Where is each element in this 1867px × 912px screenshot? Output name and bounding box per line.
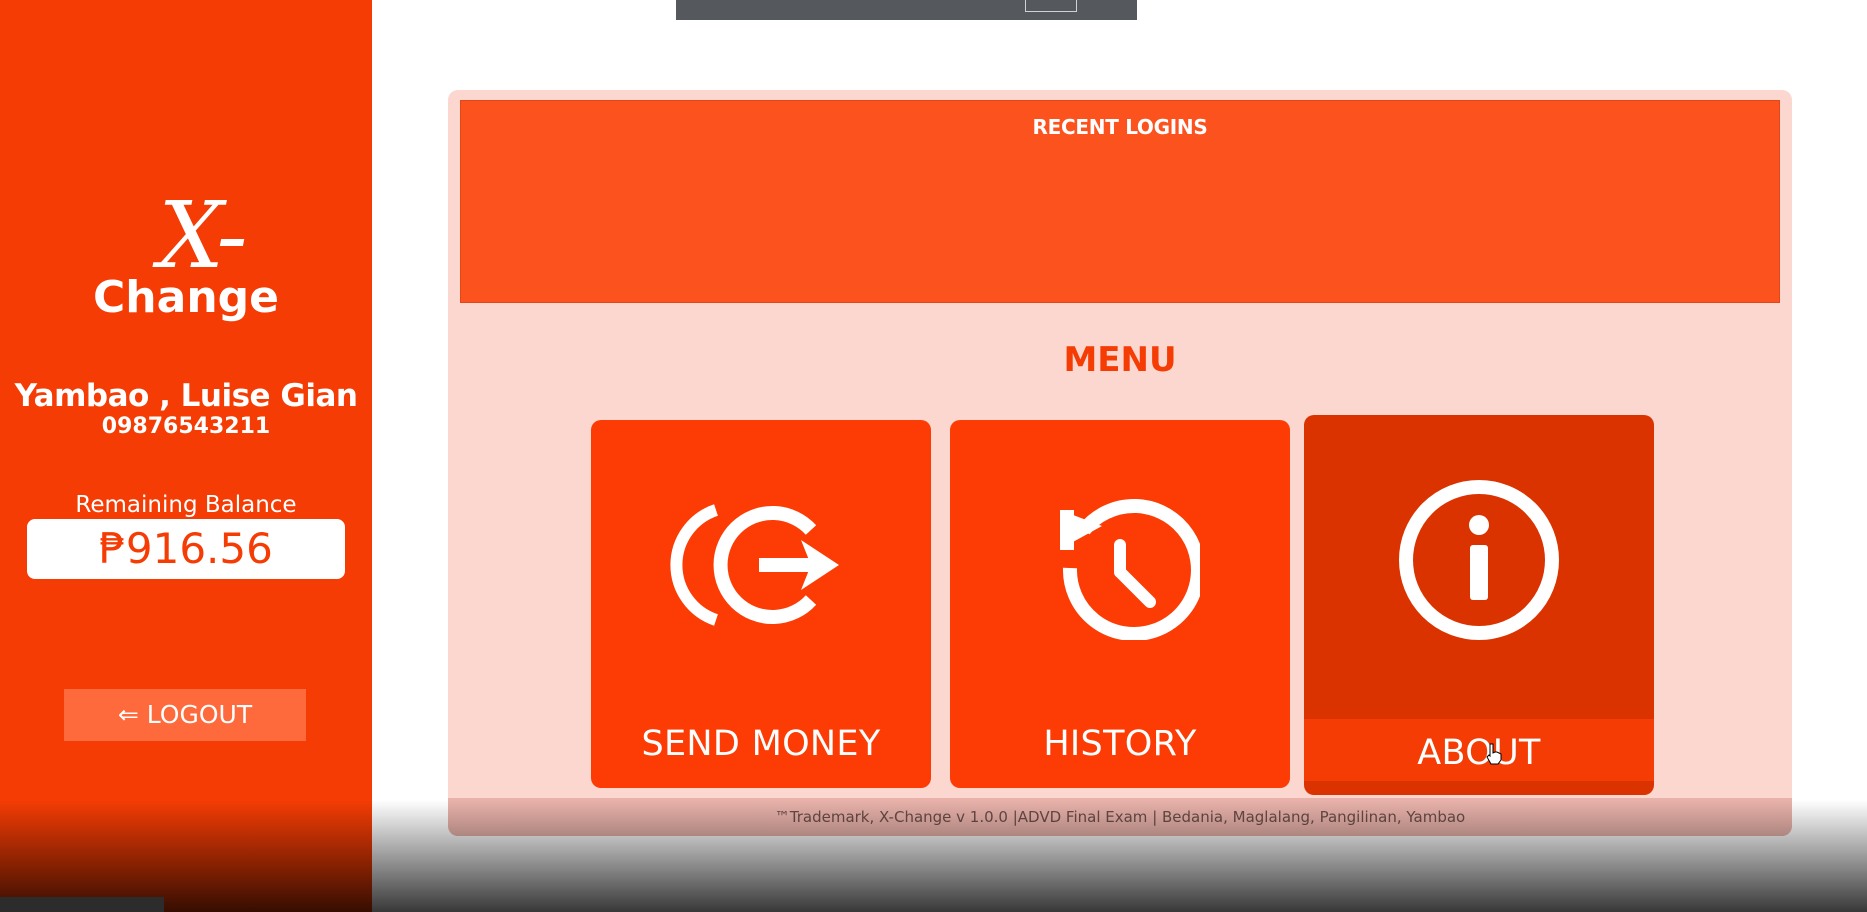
app-logo: X- Change xyxy=(0,190,372,320)
logo-text: Change xyxy=(93,272,279,323)
history-label: HISTORY xyxy=(1043,724,1197,764)
user-phone: 09876543211 xyxy=(101,414,271,439)
balance-value: ₱916.56 xyxy=(27,519,345,579)
send-money-icon xyxy=(591,490,931,640)
user-name: Yambao , Luise Gian xyxy=(14,378,358,414)
hand-cursor-icon xyxy=(1484,742,1504,766)
balance-label: Remaining Balance xyxy=(75,492,297,518)
recent-logins-panel: RECENT LOGINS xyxy=(460,100,1780,303)
main-panel: RECENT LOGINS MENU SEND MONEY HISTORY AB… xyxy=(448,90,1792,836)
top-toolbar-strip xyxy=(676,0,1137,20)
taskbar-fragment xyxy=(0,897,164,912)
history-button[interactable]: HISTORY xyxy=(950,420,1290,788)
logout-button[interactable]: ⇐ LOGOUT xyxy=(64,689,306,741)
send-money-button[interactable]: SEND MONEY xyxy=(591,420,931,788)
send-money-label: SEND MONEY xyxy=(641,724,881,764)
about-label: ABOUT xyxy=(1417,733,1541,773)
sidebar: X- Change Yambao , Luise Gian 0987654321… xyxy=(0,0,372,912)
about-button[interactable]: ABOUT xyxy=(1304,415,1654,795)
recent-logins-title: RECENT LOGINS xyxy=(1032,115,1208,139)
menu-title: MENU xyxy=(1063,340,1177,380)
app-window: X- Change Yambao , Luise Gian 0987654321… xyxy=(0,0,1867,912)
toolbar-button[interactable] xyxy=(1025,0,1077,12)
history-icon xyxy=(950,490,1290,641)
footer: ™Trademark, X-Change v 1.0.0 |ADVD Final… xyxy=(448,798,1792,836)
logo-mark: X- xyxy=(158,182,247,289)
info-icon xyxy=(1304,475,1654,640)
